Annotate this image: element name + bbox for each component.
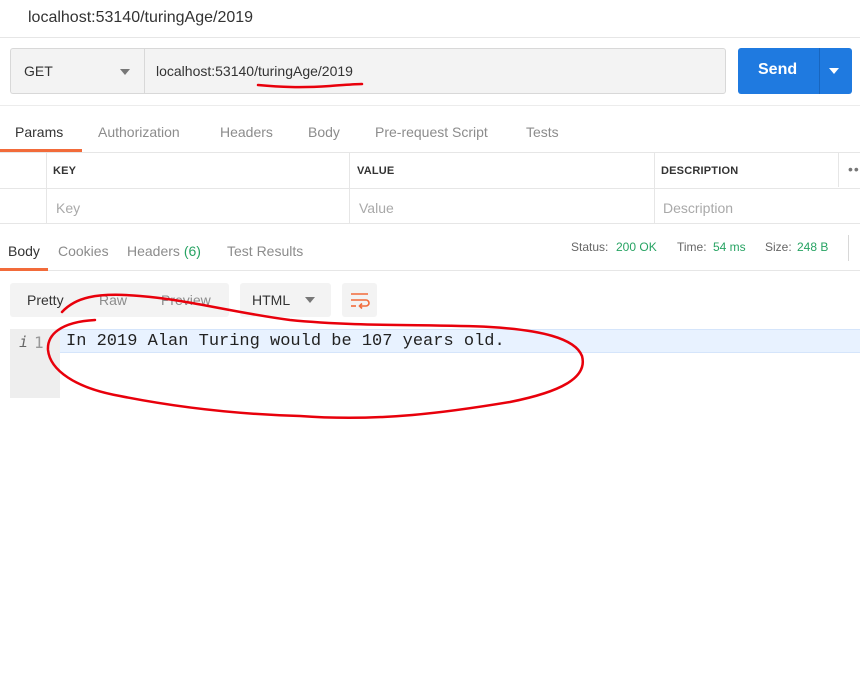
time-label: Time: — [677, 240, 707, 254]
status-divider — [848, 235, 849, 261]
wrap-lines-icon — [351, 293, 370, 310]
row-divider — [0, 188, 860, 189]
status-label: Status: — [571, 240, 609, 254]
active-response-tab-indicator — [0, 268, 48, 271]
tab-pre-request-script[interactable]: Pre-request Script — [375, 124, 488, 140]
column-divider — [349, 153, 350, 223]
response-bar: Body Cookies Headers (6) Test Results St… — [0, 233, 860, 271]
tab-authorization[interactable]: Authorization — [98, 124, 180, 140]
key-input[interactable]: Key — [56, 200, 80, 216]
url-text: localhost:53140/turingAge/2019 — [156, 63, 353, 79]
column-header-value: VALUE — [357, 165, 395, 177]
column-divider — [838, 153, 839, 187]
tab-params[interactable]: Params — [15, 124, 63, 140]
line-number: 1 — [34, 333, 44, 352]
response-editor[interactable]: i 1 In 2019 Alan Turing would be 107 yea… — [10, 329, 860, 398]
response-tab-headers-label: Headers — [127, 243, 180, 259]
request-tab-title[interactable]: localhost:53140/turingAge/2019 — [28, 9, 253, 27]
response-tab-body[interactable]: Body — [8, 243, 40, 259]
url-input[interactable]: localhost:53140/turingAge/2019 — [144, 48, 726, 94]
column-divider — [654, 153, 655, 223]
column-header-key: KEY — [53, 165, 77, 177]
column-header-description: DESCRIPTION — [661, 165, 739, 177]
column-divider — [46, 153, 47, 223]
view-mode-group: Pretty Raw Preview — [10, 283, 229, 317]
headers-count: (6) — [183, 243, 201, 259]
more-options-icon[interactable]: ••• — [848, 161, 860, 177]
method-select[interactable]: GET — [10, 48, 144, 94]
info-icon: i — [19, 333, 29, 351]
view-preview-button[interactable]: Preview — [161, 292, 211, 308]
tab-tests[interactable]: Tests — [526, 124, 559, 140]
code-line: In 2019 Alan Turing would be 107 years o… — [60, 329, 860, 353]
tab-headers[interactable]: Headers — [220, 124, 273, 140]
send-label: Send — [758, 61, 798, 78]
response-tab-cookies[interactable]: Cookies — [58, 243, 109, 259]
time-value[interactable]: 54 ms — [713, 240, 746, 254]
chevron-down-icon — [305, 297, 315, 303]
params-table: KEY VALUE DESCRIPTION ••• Key Value Desc… — [0, 152, 860, 224]
wrap-lines-button[interactable] — [342, 283, 377, 317]
size-value[interactable]: 248 B — [797, 240, 828, 254]
title-bar: localhost:53140/turingAge/2019 — [0, 0, 860, 38]
tab-body[interactable]: Body — [308, 124, 340, 140]
description-input[interactable]: Description — [663, 200, 733, 216]
send-button[interactable]: Send — [738, 48, 852, 94]
status-value[interactable]: 200 OK — [616, 240, 657, 254]
value-input[interactable]: Value — [359, 200, 394, 216]
view-pretty-button[interactable]: Pretty — [27, 292, 64, 308]
request-tabs: Params Authorization Headers Body Pre-re… — [0, 116, 860, 152]
request-row: GET localhost:53140/turingAge/2019 Send — [0, 38, 860, 106]
response-body-text: In 2019 Alan Turing would be 107 years o… — [66, 332, 505, 351]
chevron-down-icon — [120, 69, 130, 75]
format-select[interactable]: HTML — [240, 283, 331, 317]
response-tab-test-results[interactable]: Test Results — [227, 243, 303, 259]
send-divider — [819, 48, 820, 94]
format-label: HTML — [252, 292, 291, 308]
response-tab-headers[interactable]: Headers (6) — [127, 243, 201, 259]
line-gutter: i 1 — [10, 329, 60, 398]
size-label: Size: — [765, 240, 792, 254]
send-dropdown-icon[interactable] — [829, 68, 839, 74]
method-label: GET — [24, 63, 53, 79]
view-raw-button[interactable]: Raw — [99, 292, 127, 308]
